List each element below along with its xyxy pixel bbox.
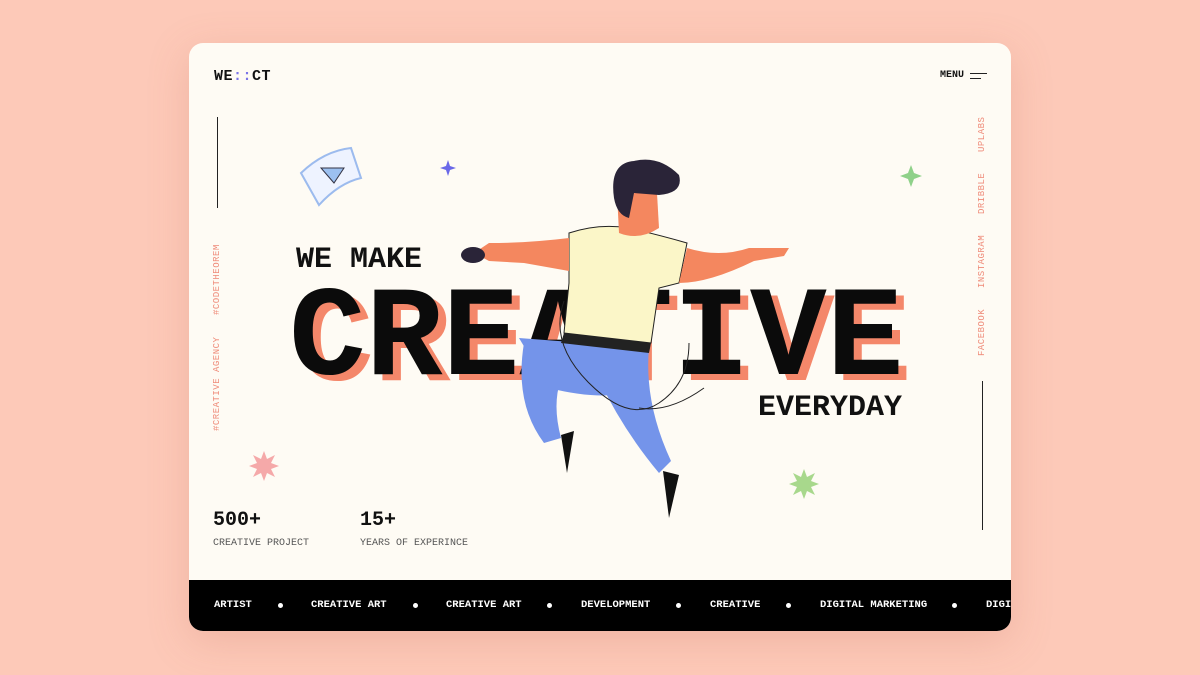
character bbox=[461, 159, 789, 518]
bullet-icon bbox=[547, 603, 552, 608]
marquee-item: CREATIVE ART bbox=[311, 599, 387, 611]
marquee-item: DIGI bbox=[986, 599, 1011, 611]
marquee-item: CREATIVE bbox=[710, 599, 761, 611]
landing-card: WE::CT MENU #CODETHEOREM #CREATIVE AGENC… bbox=[189, 43, 1011, 631]
marquee-item: DEVELOPMENT bbox=[581, 599, 651, 611]
stat-label: CREATIVE PROJECT bbox=[213, 538, 310, 549]
stat-value: 500+ bbox=[213, 509, 262, 532]
marquee-item: ARTIST bbox=[214, 599, 252, 611]
play-card-icon bbox=[299, 146, 363, 207]
bullet-icon bbox=[786, 603, 791, 608]
stat-label: YEARS OF EXPERINCE bbox=[360, 538, 469, 549]
burst-icon bbox=[249, 451, 279, 481]
stat-value: 15+ bbox=[360, 509, 397, 532]
marquee-item: DIGITAL MARKETING bbox=[820, 599, 928, 611]
bullet-icon bbox=[952, 603, 957, 608]
burst-icon bbox=[789, 469, 819, 499]
bullet-icon bbox=[676, 603, 681, 608]
hero-illustration bbox=[249, 146, 922, 518]
marquee-bar: ARTIST CREATIVE ART CREATIVE ART DEVELOP… bbox=[189, 580, 1011, 631]
sparkle-icon bbox=[440, 160, 456, 176]
bullet-icon bbox=[413, 603, 418, 608]
sparkle-icon bbox=[900, 165, 922, 187]
bullet-icon bbox=[278, 603, 283, 608]
marquee-item: CREATIVE ART bbox=[446, 599, 522, 611]
